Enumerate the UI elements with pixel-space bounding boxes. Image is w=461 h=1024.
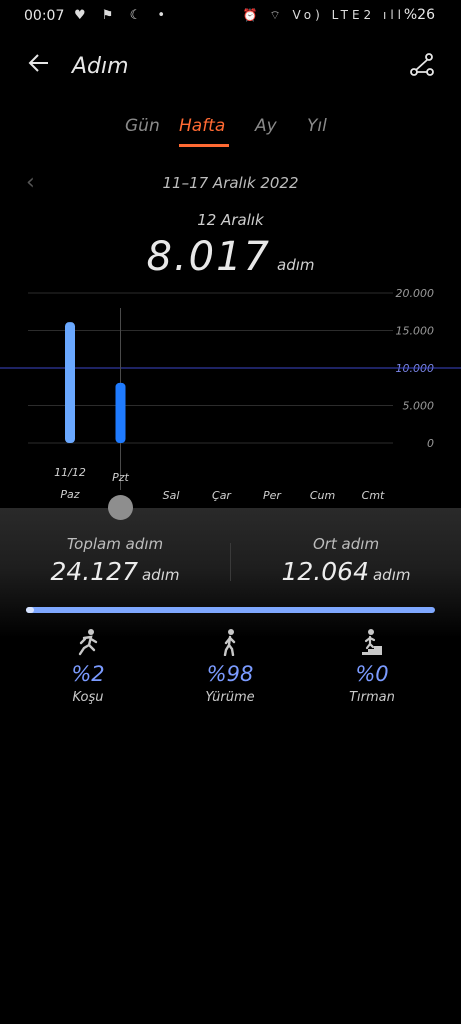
x-tick-label: Paz [60,488,79,501]
walking-icon [218,628,242,657]
x-date-label: 11/12 [54,466,86,479]
tab-week[interactable]: Hafta [179,116,225,136]
status-signal-icons: ⏰ ⌔ Vo) LTE2 ıll [242,8,405,22]
chart-scrubber-handle[interactable] [108,495,133,520]
total-steps-value: 24.127 [50,557,138,586]
selected-steps-value: 8.017 [146,234,271,280]
total-steps-label: Toplam adım [66,535,164,553]
date-range: 11–17 Aralık 2022 [162,174,299,192]
active-tab-underline [179,144,229,147]
climbing-label: Tırman [349,690,395,705]
y-tick-label: 0 [427,437,434,450]
share-icon[interactable] [409,52,435,78]
running-icon [76,628,100,656]
activity-progress-fill [26,607,35,613]
walking-percent: %98 [206,662,254,686]
x-tick-label: Sal [163,489,180,502]
selected-date: 12 Aralık [197,211,264,229]
activity-walking: %98 Yürüme [175,628,285,705]
activity-progress-bar [26,607,435,613]
period-tabs: Gün Hafta Ay Yıl [0,116,461,150]
running-percent: %2 [71,662,105,686]
total-steps: Toplam adım 24.127 adım [0,535,230,586]
bar [115,382,126,443]
average-steps: Ort adım 12.064 adım [231,535,461,586]
tab-year[interactable]: Yıl [307,116,327,136]
x-tick-label: Çar [212,489,232,502]
running-label: Koşu [72,690,104,705]
status-notification-icons: ♥ ⚑ ☾ • [74,8,172,23]
x-tick-label: Cum [310,489,335,502]
bar [65,322,75,443]
total-steps-unit: adım [141,566,180,584]
activity-running: %2 Koşu [33,628,143,705]
selected-steps-unit: adım [277,256,315,274]
stairs-icon [360,628,384,656]
weekly-steps-chart[interactable]: 20.00015.00010.0005.000011/12PazPztSal Ça… [0,280,461,510]
tab-day[interactable]: Gün [125,116,160,136]
page-title: Adım [72,54,129,79]
x-tick-label: Pzt [112,471,129,484]
selected-steps: 8.017 adım [0,234,461,280]
average-steps-unit: adım [372,566,411,584]
status-bar: 00:07 ♥ ⚑ ☾ • ⏰ ⌔ Vo) LTE2 ıll %26 [0,0,461,34]
average-steps-value: 12.064 [281,557,369,586]
y-tick-label: 5.000 [403,400,435,413]
battery-percent: %26 [403,7,435,23]
activity-climbing: %0 Tırman [317,628,427,705]
x-tick-label: Cmt [362,489,385,502]
status-time: 00:07 [24,8,65,24]
walking-label: Yürüme [205,690,255,705]
climbing-percent: %0 [355,662,389,686]
y-tick-label: 15.000 [396,325,435,338]
x-tick-label: Per [263,489,282,502]
y-tick-label: 20.000 [396,287,435,300]
arrow-left-icon[interactable] [26,50,52,82]
tab-month[interactable]: Ay [255,116,277,136]
average-steps-label: Ort adım [312,535,380,553]
